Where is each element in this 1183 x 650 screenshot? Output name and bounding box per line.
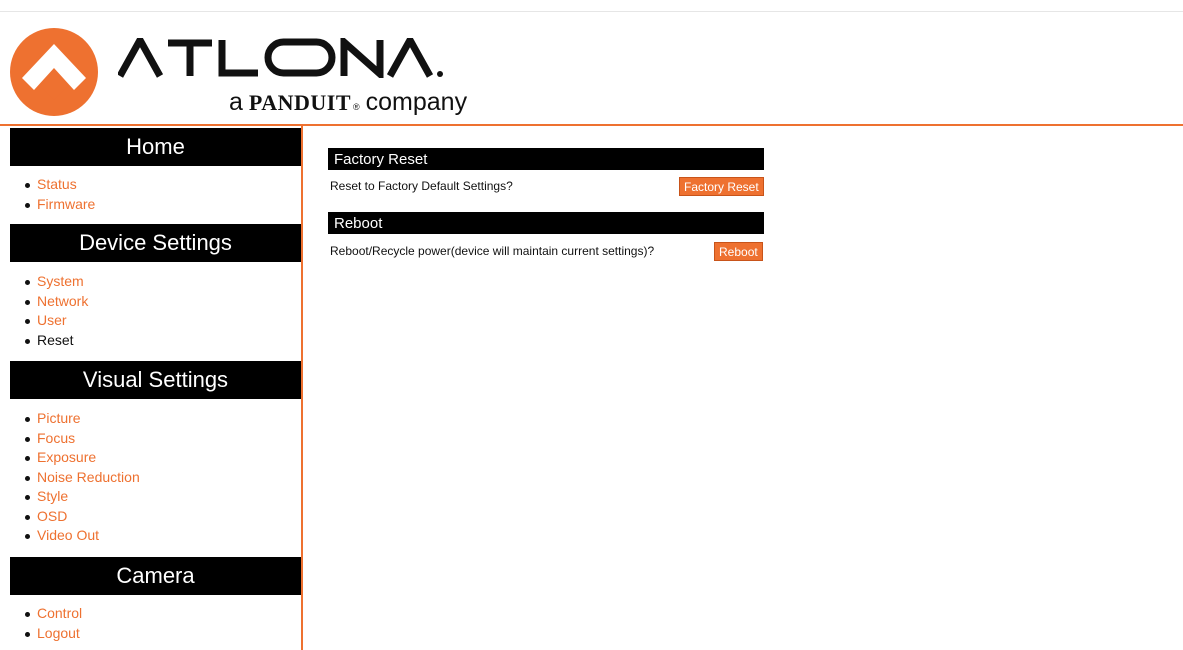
section-home: Home (10, 128, 301, 166)
nav-noise-reduction-link[interactable]: Noise Reduction (37, 469, 140, 485)
nav-reset-current[interactable]: Reset (25, 331, 88, 351)
reboot-prompt: Reboot/Recycle power(device will maintai… (330, 244, 655, 258)
device-settings-nav-list: System Network User Reset (25, 272, 88, 350)
list-item: Noise Reduction (25, 468, 140, 488)
list-item: Status (25, 175, 95, 195)
nav-exposure-link[interactable]: Exposure (37, 449, 96, 465)
sidebar: Home Status Firmware Device Settings Sys… (0, 126, 303, 650)
factory-reset-header: Factory Reset (328, 148, 764, 170)
list-item: Network (25, 292, 88, 312)
list-item: OSD (25, 507, 140, 527)
tagline-prefix: a (229, 88, 243, 116)
tagline-suffix: company (365, 88, 468, 116)
factory-reset-button[interactable]: Factory Reset (679, 177, 764, 196)
brand-wordmark (116, 32, 498, 83)
nav-control-link[interactable]: Control (37, 605, 82, 621)
nav-style-link[interactable]: Style (37, 488, 68, 504)
reboot-header: Reboot (328, 212, 764, 234)
list-item: Logout (25, 624, 82, 644)
nav-user-link[interactable]: User (37, 312, 67, 328)
nav-logout-link[interactable]: Logout (37, 625, 80, 641)
nav-osd-link[interactable]: OSD (37, 508, 67, 524)
nav-picture-link[interactable]: Picture (37, 410, 81, 426)
list-item: Style (25, 487, 140, 507)
list-item: User (25, 311, 88, 331)
nav-network-link[interactable]: Network (37, 293, 88, 309)
header: a PANDUIT ® company (0, 12, 1183, 124)
tagline-trademark: ® (353, 102, 360, 112)
nav-focus-link[interactable]: Focus (37, 430, 75, 446)
list-item: Video Out (25, 526, 140, 546)
list-item: Firmware (25, 195, 95, 215)
list-item: Focus (25, 429, 140, 449)
list-item: Control (25, 604, 82, 624)
camera-nav-list: Control Logout (25, 604, 82, 643)
tagline-brand: PANDUIT (248, 90, 351, 115)
atlona-logo-icon (8, 26, 100, 123)
list-item: System (25, 272, 88, 292)
section-device-settings: Device Settings (10, 224, 301, 262)
visual-settings-nav-list: Picture Focus Exposure Noise Reduction S… (25, 409, 140, 546)
nav-system-link[interactable]: System (37, 273, 84, 289)
nav-firmware-link[interactable]: Firmware (37, 196, 95, 212)
section-visual-settings: Visual Settings (10, 361, 301, 399)
nav-video-out-link[interactable]: Video Out (37, 527, 99, 543)
reboot-button[interactable]: Reboot (714, 242, 763, 261)
nav-status-link[interactable]: Status (37, 176, 77, 192)
list-item: Picture (25, 409, 140, 429)
home-nav-list: Status Firmware (25, 175, 95, 214)
section-camera: Camera (10, 557, 301, 595)
factory-reset-prompt: Reset to Factory Default Settings? (330, 179, 513, 193)
brand-tagline: a PANDUIT ® company (229, 88, 467, 117)
list-item: Exposure (25, 448, 140, 468)
